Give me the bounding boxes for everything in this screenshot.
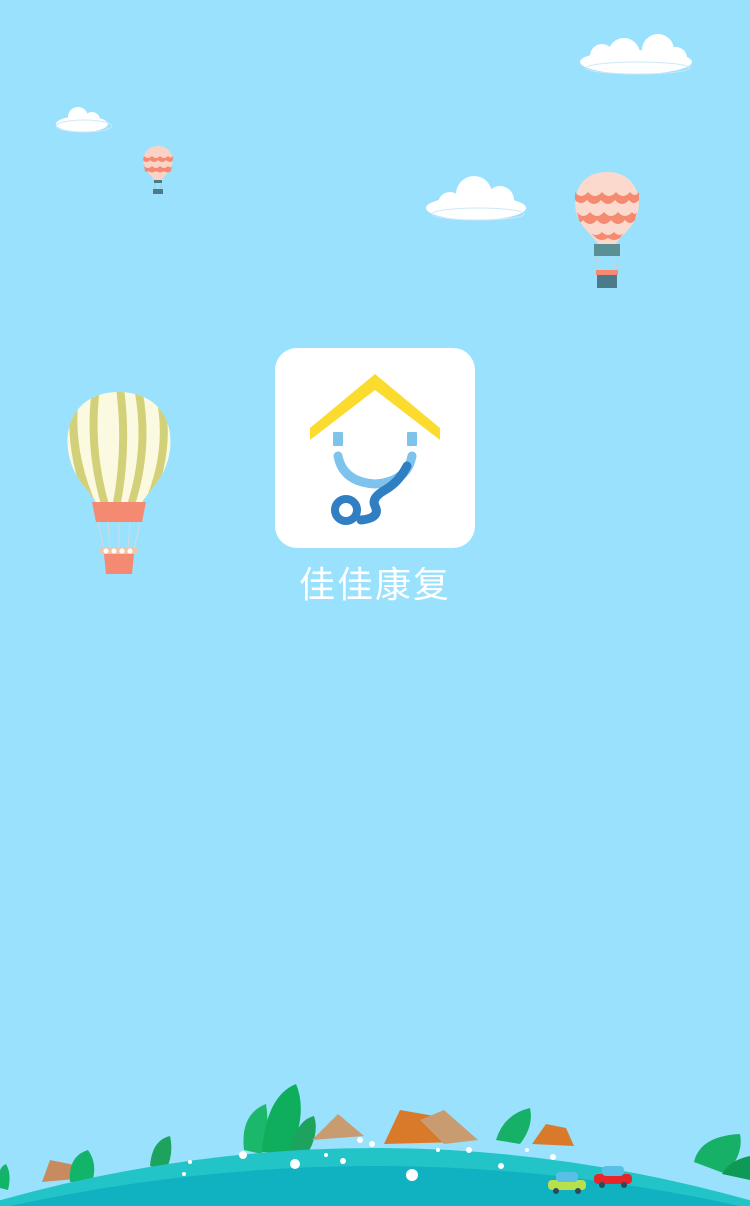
app-name: 佳佳康复 <box>298 565 451 606</box>
globe-landscape <box>0 1084 750 1206</box>
cloud-small-left <box>55 107 113 133</box>
scalloped-hot-air-balloon <box>575 172 639 288</box>
small-hot-air-balloon <box>143 146 173 194</box>
cloud-top-right <box>580 34 692 75</box>
house-stethoscope-icon <box>310 374 440 525</box>
striped-hot-air-balloon <box>67 392 171 574</box>
cloud-middle <box>426 176 526 221</box>
app-logo-icon <box>275 348 475 548</box>
